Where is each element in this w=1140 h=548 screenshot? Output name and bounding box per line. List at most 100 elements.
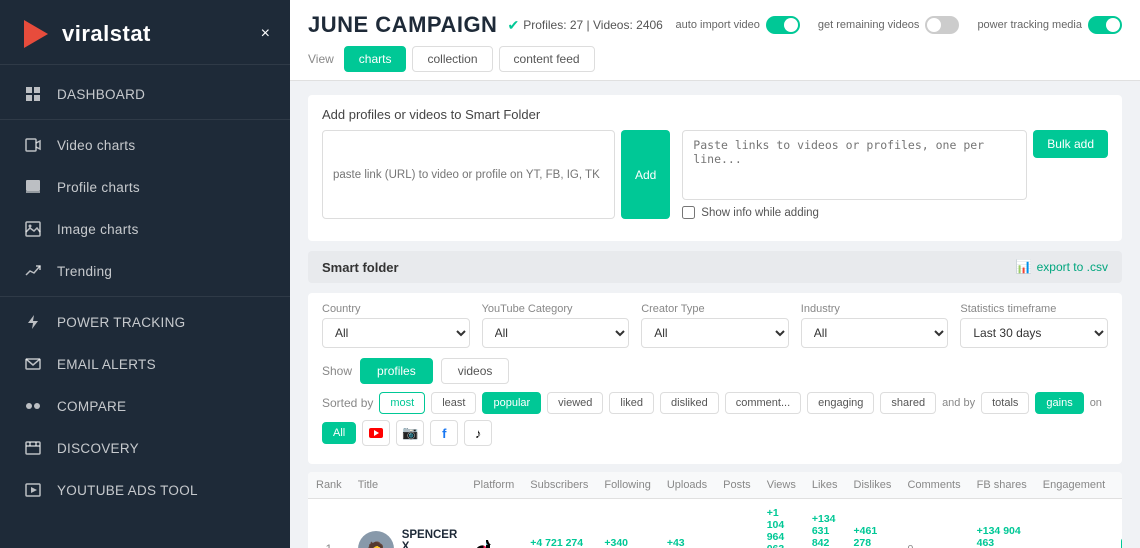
sidebar-item-power-tracking[interactable]: POWER TRACKING (0, 301, 290, 343)
show-info-checkbox[interactable] (682, 206, 695, 219)
sidebar-item-youtube-ads[interactable]: YOUTUBE ADS TOOL (0, 469, 290, 511)
sort-disliked[interactable]: disliked (660, 392, 719, 414)
toggle-power-tracking-media-label: power tracking media (977, 19, 1082, 31)
sort-commented[interactable]: comment... (725, 392, 801, 414)
single-add-group: Add (322, 130, 670, 219)
sidebar-item-image-charts[interactable]: Image charts (0, 208, 290, 250)
platform-tiktok[interactable]: ♪ (464, 420, 492, 446)
fb-gain: +134 904 463 (977, 525, 1027, 548)
toggle-power-tracking-media-switch[interactable] (1088, 16, 1122, 34)
sort-least[interactable]: least (431, 392, 476, 414)
creator-info: SPENCER X 🇺🇸 (402, 529, 458, 548)
logo-text: viralstat (62, 21, 151, 47)
add-button[interactable]: Add (621, 130, 670, 219)
sidebar-item-label-power-tracking: POWER TRACKING (57, 315, 185, 330)
smart-folder-label: Smart folder (322, 260, 399, 275)
profile-icon (23, 177, 43, 197)
nav-divider-1 (0, 119, 290, 120)
bulk-add-button[interactable]: Bulk add (1033, 130, 1108, 158)
platform-youtube[interactable] (362, 420, 390, 446)
export-label: export to .csv (1037, 260, 1108, 274)
nav-divider-2 (0, 296, 290, 297)
sidebar-item-label-trending: Trending (57, 264, 112, 279)
toggle-get-remaining-label: get remaining videos (818, 19, 920, 31)
toggle-auto-import-switch[interactable] (766, 16, 800, 34)
filter-country-select[interactable]: All (322, 318, 470, 348)
filter-timeframe-select[interactable]: Last 30 days (960, 318, 1108, 348)
single-url-input[interactable] (322, 130, 615, 219)
col-likes: Likes (804, 472, 846, 499)
add-profiles-label: Add profiles or videos to Smart Folder (322, 107, 1108, 122)
filter-creator-type-label: Creator Type (641, 303, 789, 315)
cell-posts (715, 499, 759, 548)
bolt-icon (23, 312, 43, 332)
toggle-get-remaining-switch[interactable] (925, 16, 959, 34)
cell-uploads: +43 946 (659, 499, 715, 548)
show-tab-videos[interactable]: videos (441, 358, 510, 384)
toggle-auto-import: auto import video (676, 16, 800, 34)
sort-liked[interactable]: liked (609, 392, 654, 414)
filter-creator-type-select[interactable]: All (641, 318, 789, 348)
campaign-badge-text: Profiles: 27 | Videos: 2406 (523, 18, 663, 32)
cell-title: 🧑 SPENCER X 🇺🇸 (350, 499, 466, 548)
views-gain: +1 104 964 063 (767, 507, 796, 548)
sidebar-item-video-charts[interactable]: Video charts (0, 124, 290, 166)
filter-youtube-category: YouTube Category All (482, 303, 630, 348)
filter-country: Country All (322, 303, 470, 348)
main-content: JUNE CAMPAIGN ✔ Profiles: 27 | Videos: 2… (290, 0, 1140, 548)
sort-most[interactable]: most (379, 392, 425, 414)
col-uploads: Uploads (659, 472, 715, 499)
metric-totals[interactable]: totals (981, 392, 1029, 414)
sorted-row: Sorted by most least popular viewed like… (322, 392, 1108, 446)
and-by-label: and by (942, 397, 975, 409)
cell-fb-shares: +134 904 463 281 768 480 (969, 499, 1035, 548)
sort-engaging[interactable]: engaging (807, 392, 874, 414)
filter-youtube-category-select[interactable]: All (482, 318, 630, 348)
filter-creator-type: Creator Type All (641, 303, 789, 348)
sort-popular[interactable]: popular (482, 392, 541, 414)
show-tab-profiles[interactable]: profiles (360, 358, 433, 384)
close-button[interactable]: × (261, 25, 270, 43)
filters-section: Country All YouTube Category All Creator… (308, 293, 1122, 464)
sidebar-item-trending[interactable]: Trending (0, 250, 290, 292)
sort-viewed[interactable]: viewed (547, 392, 603, 414)
filter-industry-label: Industry (801, 303, 949, 315)
compare-icon (23, 396, 43, 416)
uploads-gain: +43 (667, 537, 707, 548)
platform-facebook[interactable]: f (430, 420, 458, 446)
col-posts: Posts (715, 472, 759, 499)
tab-content-feed[interactable]: content feed (499, 46, 595, 72)
cell-engagement (1035, 499, 1113, 548)
title-area: JUNE CAMPAIGN ✔ Profiles: 27 | Videos: 2… (308, 12, 663, 38)
mail-icon (23, 354, 43, 374)
export-csv-button[interactable]: 📊 export to .csv (1015, 259, 1108, 275)
filter-industry-select[interactable]: All (801, 318, 949, 348)
on-label: on (1090, 397, 1102, 409)
toggle-get-remaining: get remaining videos (818, 16, 960, 34)
cell-rank: 1 (308, 499, 350, 548)
tab-charts[interactable]: charts (344, 46, 407, 72)
sidebar-item-email-alerts[interactable]: EMAIL ALERTS (0, 343, 290, 385)
platform-all[interactable]: All (322, 422, 356, 444)
add-profiles-row: Add Bulk add Show info while adding (322, 130, 1108, 219)
sidebar-item-dashboard[interactable]: DASHBOARD (0, 73, 290, 115)
bulk-textarea[interactable] (682, 130, 1027, 200)
col-engagement: Engagement (1035, 472, 1113, 499)
col-remove: Remove (1113, 472, 1122, 499)
filter-youtube-category-label: YouTube Category (482, 303, 630, 315)
data-table: Rank Title Platform Subscribers Followin… (308, 472, 1122, 548)
remove-button[interactable]: remove (1121, 538, 1122, 548)
sidebar-item-profile-charts[interactable]: Profile charts (0, 166, 290, 208)
tab-collection[interactable]: collection (412, 46, 492, 72)
sidebar-item-discovery[interactable]: DISCOVERY (0, 427, 290, 469)
show-info-label: Show info while adding (701, 207, 819, 219)
toggle-auto-import-label: auto import video (676, 19, 760, 31)
metric-gains[interactable]: gains (1035, 392, 1083, 414)
discovery-icon (23, 438, 43, 458)
filter-timeframe: Statistics timeframe Last 30 days (960, 303, 1108, 348)
sort-shared[interactable]: shared (880, 392, 936, 414)
platform-instagram[interactable]: 📷 (396, 420, 424, 446)
sidebar-item-label-video-charts: Video charts (57, 138, 135, 153)
sidebar-item-compare[interactable]: COMPARE (0, 385, 290, 427)
cell-likes: +134 631 842 823 300 000 (804, 499, 846, 548)
